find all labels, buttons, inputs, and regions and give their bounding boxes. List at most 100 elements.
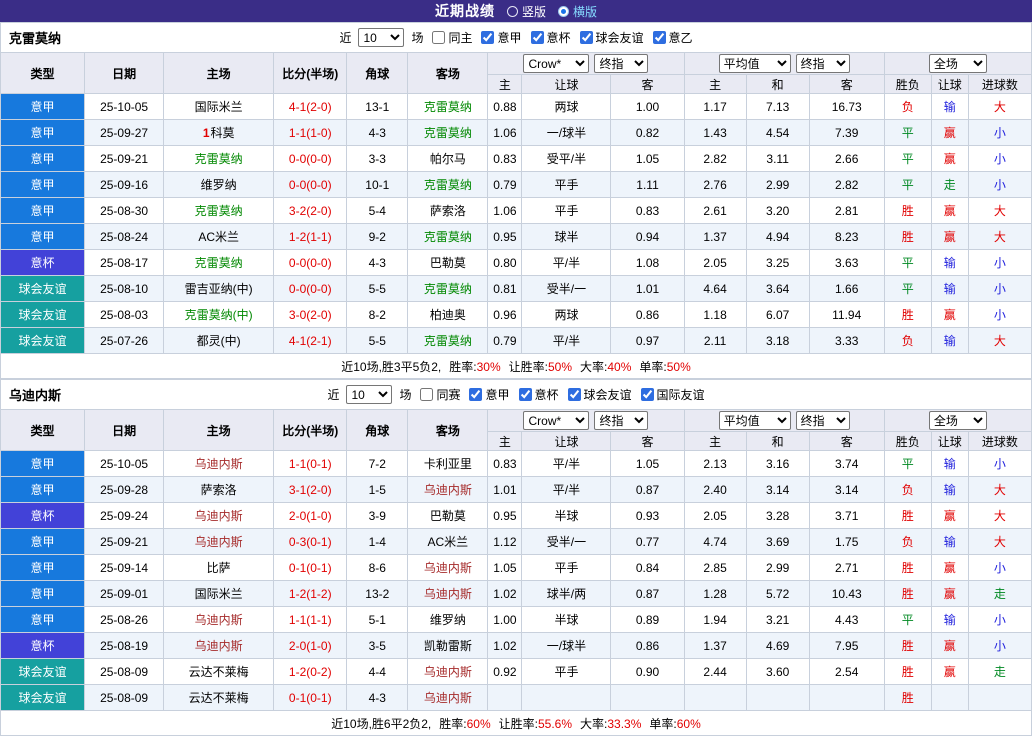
score-cell[interactable]: 3-1(2-0) xyxy=(273,476,348,503)
away-team-cell[interactable]: 乌迪内斯 xyxy=(407,684,489,711)
average-select[interactable]: 平均值 xyxy=(718,411,791,430)
home-team-cell[interactable]: 克雷莫纳 xyxy=(163,249,275,276)
score-cell[interactable]: 0-0(0-0) xyxy=(273,171,348,198)
score-cell[interactable]: 0-1(0-1) xyxy=(273,554,348,581)
home-team-cell[interactable]: 乌迪内斯 xyxy=(163,502,275,529)
scope-select[interactable]: 全场 xyxy=(928,54,987,73)
home-team-cell[interactable]: AC米兰 xyxy=(163,223,275,250)
scope-select[interactable]: 全场 xyxy=(928,411,987,430)
odds-away-cell: 0.97 xyxy=(610,327,685,354)
away-team-cell[interactable]: 巴勒莫 xyxy=(407,502,489,529)
result-cell: 平 xyxy=(883,145,932,172)
home-team-cell[interactable]: 克雷莫纳(中) xyxy=(163,301,275,328)
away-team-cell[interactable]: 克雷莫纳 xyxy=(407,93,489,120)
away-team-cell[interactable]: 克雷莫纳 xyxy=(407,171,489,198)
checkbox-input[interactable] xyxy=(530,31,544,44)
away-team-cell[interactable]: 乌迪内斯 xyxy=(407,580,489,607)
score-cell[interactable]: 1-2(1-1) xyxy=(273,223,348,250)
checkbox-input[interactable] xyxy=(481,31,495,44)
away-team-cell[interactable]: 维罗纳 xyxy=(407,606,489,633)
home-team-cell[interactable]: 都灵(中) xyxy=(163,327,275,354)
checkbox-input[interactable] xyxy=(640,388,654,401)
filter-checkbox-2[interactable]: 意杯 xyxy=(530,29,571,46)
odds-source-select[interactable]: Crow* xyxy=(523,54,590,73)
home-team-cell[interactable]: 维罗纳 xyxy=(163,171,275,198)
home-team-cell[interactable]: 比萨 xyxy=(163,554,275,581)
away-team-cell[interactable]: 乌迪内斯 xyxy=(407,476,489,503)
checkbox-input[interactable] xyxy=(469,388,483,401)
filter-checkbox-0[interactable]: 同主 xyxy=(432,29,472,46)
away-team-cell[interactable]: 柏迪奥 xyxy=(407,301,489,328)
away-team-cell[interactable]: 卡利亚里 xyxy=(407,450,489,477)
score-cell[interactable]: 3-2(2-0) xyxy=(273,197,348,224)
home-team-cell[interactable]: 乌迪内斯 xyxy=(163,632,275,659)
checkbox-input[interactable] xyxy=(432,31,446,44)
average-select[interactable]: 平均值 xyxy=(718,54,791,73)
home-team-cell[interactable]: 乌迪内斯 xyxy=(163,528,275,555)
filter-checkbox-3[interactable]: 球会友谊 xyxy=(567,386,632,403)
score-cell[interactable]: 3-0(2-0) xyxy=(273,301,348,328)
away-team-cell[interactable]: 凯勒雷斯 xyxy=(407,632,489,659)
checkbox-input[interactable] xyxy=(579,31,593,44)
score-cell[interactable]: 0-0(0-0) xyxy=(273,145,348,172)
home-team-cell[interactable]: 云达不莱梅 xyxy=(163,658,275,685)
score-cell[interactable]: 1-2(0-2) xyxy=(273,658,348,685)
away-team-cell[interactable]: 克雷莫纳 xyxy=(407,327,489,354)
checkbox-input[interactable] xyxy=(652,31,666,44)
layout-radio-vertical[interactable]: 竖版 xyxy=(506,3,546,20)
filter-checkbox-1[interactable]: 意甲 xyxy=(469,386,510,403)
filter-checkbox-0[interactable]: 同赛 xyxy=(420,386,460,403)
filter-checkbox-3[interactable]: 球会友谊 xyxy=(579,29,644,46)
home-team-cell[interactable]: 克雷莫纳 xyxy=(163,145,275,172)
layout-radio-horizontal[interactable]: 横版 xyxy=(558,3,597,20)
score-cell[interactable]: 1-1(0-1) xyxy=(273,450,348,477)
home-team-cell[interactable]: 雷吉亚纳(中) xyxy=(163,275,275,302)
recent-count-select[interactable]: 10 xyxy=(358,28,405,47)
away-team-cell[interactable]: 克雷莫纳 xyxy=(407,223,489,250)
away-team-cell[interactable]: 萨索洛 xyxy=(407,197,489,224)
away-team-cell[interactable]: 克雷莫纳 xyxy=(407,119,489,146)
away-team-cell[interactable]: AC米兰 xyxy=(407,528,489,555)
home-team-cell[interactable]: 1科莫 xyxy=(163,119,275,146)
score-cell[interactable]: 0-0(0-0) xyxy=(273,249,348,276)
checkbox-input[interactable] xyxy=(518,388,532,401)
recent-count-select[interactable]: 10 xyxy=(346,385,393,404)
score-cell[interactable]: 0-1(0-1) xyxy=(273,684,348,711)
avg-away-cell: 11.94 xyxy=(808,301,885,328)
away-team-cell[interactable]: 克雷莫纳 xyxy=(407,275,489,302)
filter-checkbox-2[interactable]: 意杯 xyxy=(518,386,559,403)
score-cell[interactable]: 1-2(1-2) xyxy=(273,580,348,607)
odds-time-select[interactable]: 终指 xyxy=(594,54,649,73)
checkbox-input[interactable] xyxy=(567,388,581,401)
home-team-cell[interactable]: 国际米兰 xyxy=(163,93,275,120)
score-cell[interactable]: 1-1(1-1) xyxy=(273,606,348,633)
average-time-select[interactable]: 终指 xyxy=(795,54,850,73)
away-team-cell[interactable]: 帕尔马 xyxy=(407,145,489,172)
away-team-cell[interactable]: 巴勒莫 xyxy=(407,249,489,276)
home-team-cell[interactable]: 国际米兰 xyxy=(163,580,275,607)
checkbox-input[interactable] xyxy=(420,388,434,401)
odds-home-cell: 1.05 xyxy=(487,554,523,581)
score-cell[interactable]: 1-1(1-0) xyxy=(273,119,348,146)
score-cell[interactable]: 0-3(0-1) xyxy=(273,528,348,555)
filter-checkbox-4[interactable]: 意乙 xyxy=(652,29,693,46)
home-team-cell[interactable]: 云达不莱梅 xyxy=(163,684,275,711)
handicap-cell xyxy=(521,684,612,711)
home-team-cell[interactable]: 乌迪内斯 xyxy=(163,606,275,633)
score-cell[interactable]: 2-0(1-0) xyxy=(273,632,348,659)
match-row: 意甲 25-09-27 1科莫 1-1(1-0) 4-3 克雷莫纳 1.06 一/球半 0.82… xyxy=(0,119,1032,146)
score-cell[interactable]: 0-0(0-0) xyxy=(273,275,348,302)
home-team-cell[interactable]: 萨索洛 xyxy=(163,476,275,503)
filter-checkbox-4[interactable]: 国际友谊 xyxy=(640,386,705,403)
away-team-cell[interactable]: 乌迪内斯 xyxy=(407,554,489,581)
odds-source-select[interactable]: Crow* xyxy=(523,411,590,430)
home-team-cell[interactable]: 克雷莫纳 xyxy=(163,197,275,224)
score-cell[interactable]: 4-1(2-0) xyxy=(273,93,348,120)
odds-time-select[interactable]: 终指 xyxy=(594,411,649,430)
score-cell[interactable]: 4-1(2-1) xyxy=(273,327,348,354)
score-cell[interactable]: 2-0(1-0) xyxy=(273,502,348,529)
average-time-select[interactable]: 终指 xyxy=(795,411,850,430)
away-team-cell[interactable]: 乌迪内斯 xyxy=(407,658,489,685)
filter-checkbox-1[interactable]: 意甲 xyxy=(481,29,522,46)
home-team-cell[interactable]: 乌迪内斯 xyxy=(163,450,275,477)
